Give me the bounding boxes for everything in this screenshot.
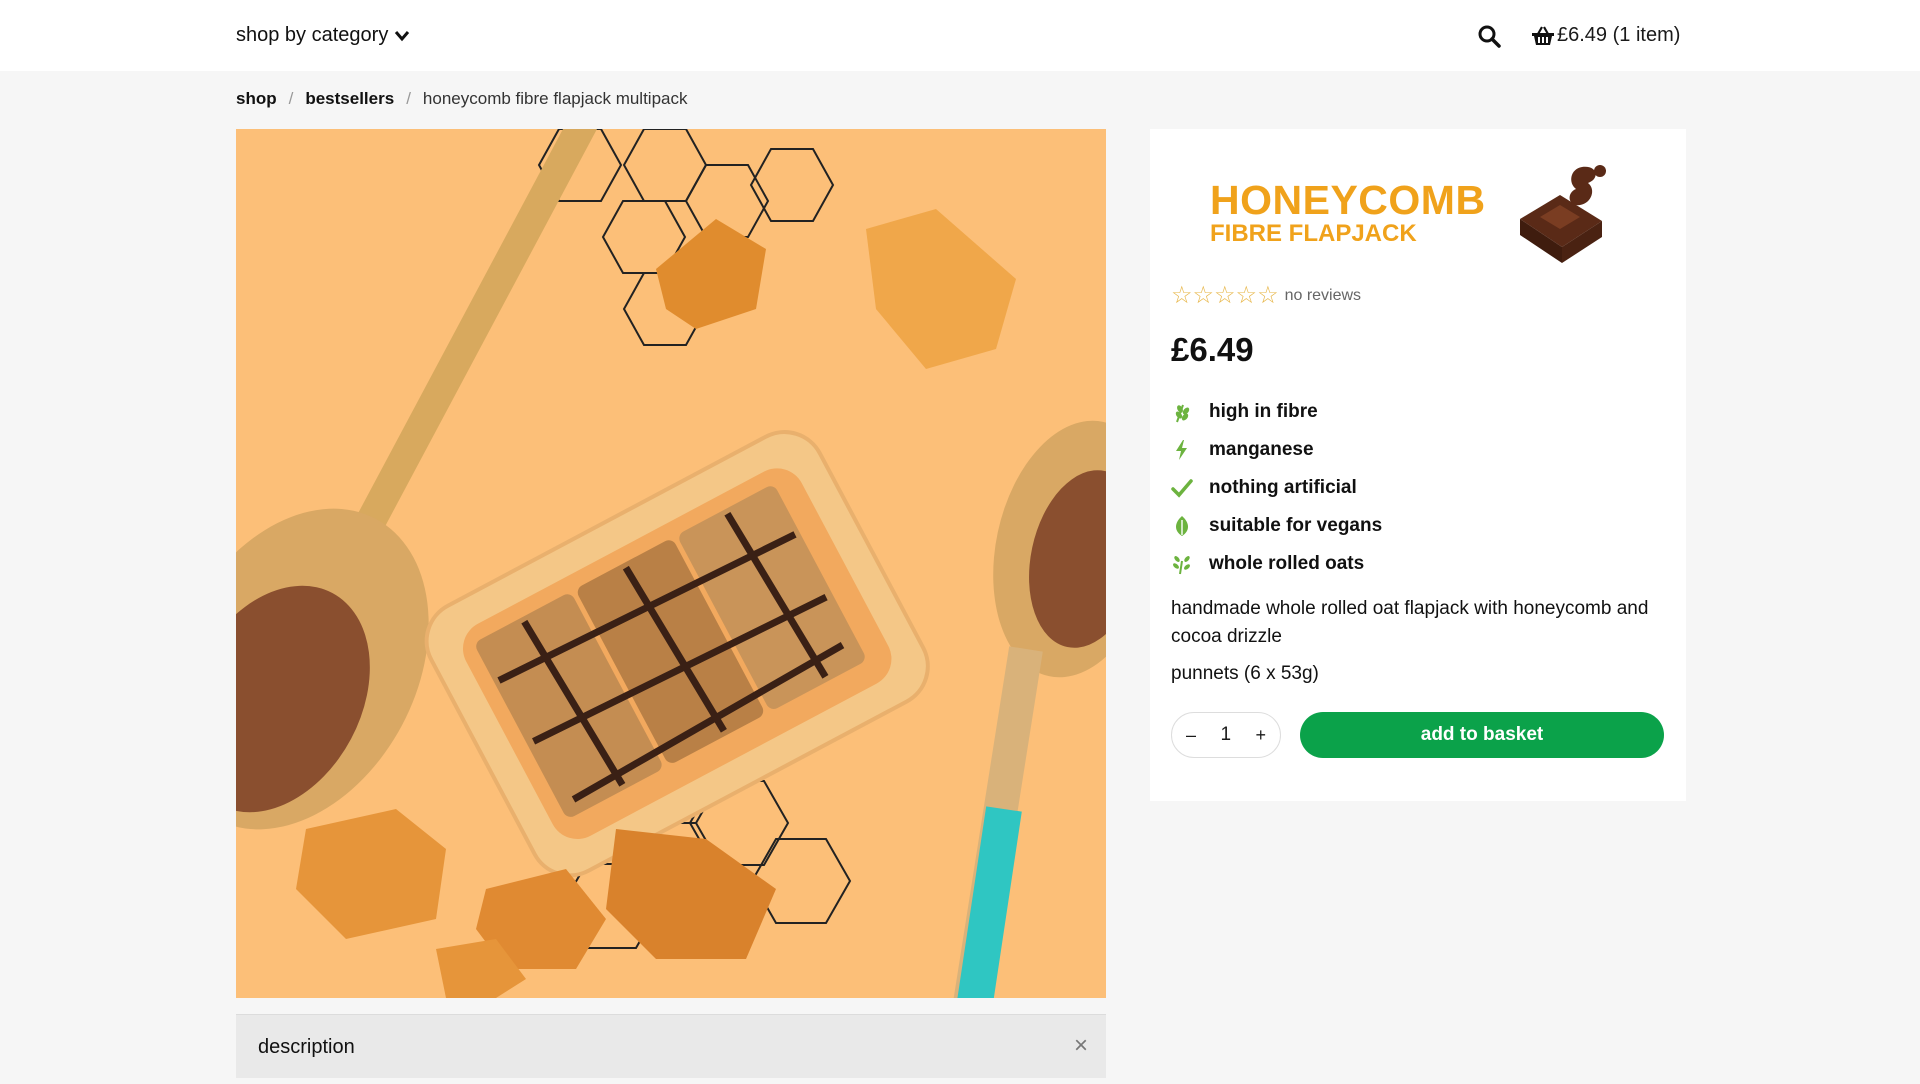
shop-by-category-menu[interactable]: shop by category: [236, 24, 410, 47]
product-brand-logo: HONEYCOMB FIBRE FLAPJACK: [1210, 179, 1486, 247]
quantity-increase-button[interactable]: +: [1255, 725, 1266, 746]
close-icon[interactable]: ×: [1074, 1032, 1088, 1060]
check-icon: [1171, 479, 1193, 498]
product-rating[interactable]: ☆☆☆☆☆ no reviews: [1171, 281, 1361, 310]
brand-title-line1: HONEYCOMB: [1210, 177, 1486, 223]
feature-item: manganese: [1171, 431, 1382, 469]
feature-label: whole rolled oats: [1209, 553, 1365, 574]
wheat-icon: [1175, 404, 1190, 423]
product-image: [236, 129, 1106, 998]
feature-item: nothing artificial: [1171, 469, 1382, 507]
pack-size: punnets (6 x 53g): [1171, 663, 1319, 684]
top-header: shop by category £6.49 (1 item): [0, 0, 1920, 71]
feature-label: high in fibre: [1209, 401, 1318, 422]
oat-sprig-icon: [1173, 556, 1190, 575]
search-icon[interactable]: [1477, 24, 1501, 48]
quantity-decrease-button[interactable]: –: [1186, 725, 1196, 746]
add-to-basket-button[interactable]: add to basket: [1300, 712, 1664, 758]
feature-label: suitable for vegans: [1209, 515, 1383, 536]
brand-title-line2: FIBRE FLAPJACK: [1210, 220, 1417, 247]
breadcrumb-separator: /: [288, 89, 294, 108]
product-photo-illustration: [236, 129, 1106, 998]
product-price: £6.49: [1171, 331, 1254, 368]
quantity-value[interactable]: 1: [1220, 724, 1231, 746]
feature-list: high in fibre manganese nothing artifici…: [1171, 393, 1382, 583]
leaf-icon: [1176, 516, 1188, 536]
feature-label: nothing artificial: [1209, 477, 1357, 498]
category-menu-label: shop by category: [236, 24, 389, 46]
chevron-down-icon: [395, 30, 410, 41]
chocolate-icon: [1520, 165, 1606, 263]
basket-icon: [1532, 25, 1554, 45]
quantity-stepper: – 1 +: [1171, 712, 1281, 758]
description-accordion[interactable]: description ×: [236, 1014, 1106, 1078]
breadcrumb-current: honeycomb fibre flapjack multipack: [422, 89, 688, 108]
description-accordion-label: description: [258, 1036, 355, 1058]
feature-label: manganese: [1209, 439, 1314, 460]
breadcrumb-shop[interactable]: shop: [236, 89, 277, 109]
basket-link[interactable]: £6.49 (1 item): [1531, 24, 1680, 47]
product-description: handmade whole rolled oat flapjack with …: [1171, 598, 1649, 647]
feature-item: high in fibre: [1171, 393, 1382, 431]
feature-item: whole rolled oats: [1171, 545, 1382, 583]
breadcrumb: shop / bestsellers / honeycomb fibre fla…: [236, 89, 688, 109]
lightning-icon: [1176, 440, 1187, 460]
basket-summary: £6.49 (1 item): [1557, 24, 1681, 46]
feature-item: suitable for vegans: [1171, 507, 1382, 545]
breadcrumb-bestsellers[interactable]: bestsellers: [305, 89, 394, 109]
rating-text: no reviews: [1284, 286, 1362, 304]
product-info-panel: HONEYCOMB FIBRE FLAPJACK ☆☆☆☆☆ no review…: [1150, 129, 1686, 801]
breadcrumb-separator: /: [406, 89, 411, 108]
star-rating-icons: ☆☆☆☆☆: [1171, 282, 1279, 309]
